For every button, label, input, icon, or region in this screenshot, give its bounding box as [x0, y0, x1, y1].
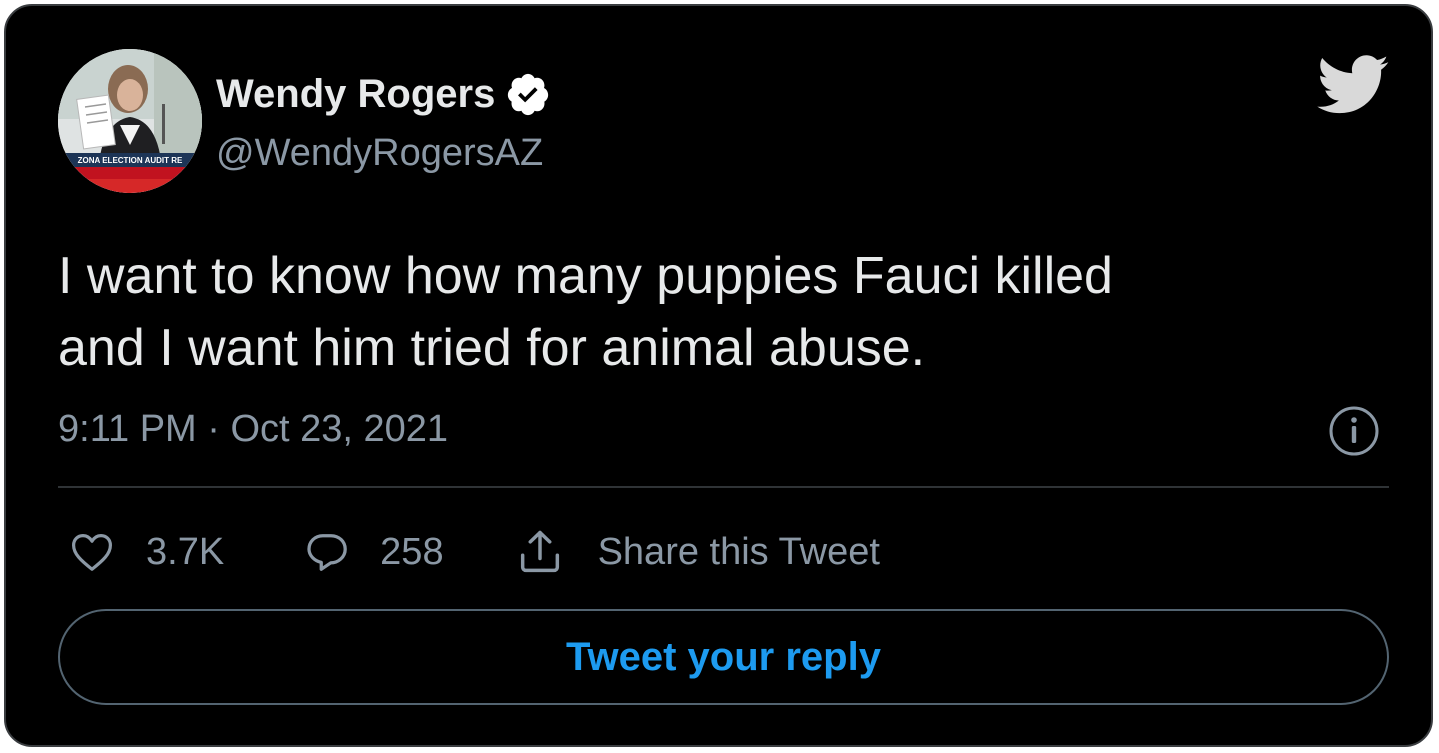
divider — [58, 486, 1389, 488]
share-upload-icon — [514, 526, 566, 578]
share-label: Share this Tweet — [597, 530, 880, 573]
tweet-text-line: and I want him tried for animal abuse. — [58, 319, 926, 377]
speech-bubble-icon — [304, 529, 350, 575]
twitter-bird-icon[interactable] — [1317, 55, 1390, 115]
reply-count: 258 — [380, 530, 444, 573]
verified-badge-icon — [505, 71, 551, 117]
author-handle[interactable]: @WendyRogersAZ — [216, 130, 543, 176]
reply-button-label: Tweet your reply — [566, 634, 881, 679]
author-name[interactable]: Wendy Rogers — [216, 70, 551, 118]
reply-button[interactable]: 258 — [304, 529, 444, 575]
display-name: Wendy Rogers — [216, 72, 496, 116]
like-button[interactable]: 3.7K — [68, 528, 224, 576]
tweet-timestamp[interactable]: 9:11 PM · Oct 23, 2021 — [58, 406, 448, 452]
avatar-banner-text: ZONA ELECTION AUDIT RE — [78, 156, 183, 165]
heart-icon — [68, 528, 116, 576]
tweet-your-reply-button[interactable]: Tweet your reply — [58, 609, 1389, 705]
tweet-card: ZONA ELECTION AUDIT RE Wendy Rogers @Wen… — [4, 4, 1433, 747]
share-button[interactable]: Share this Tweet — [514, 526, 880, 578]
like-count: 3.7K — [146, 530, 225, 573]
tweet-text-line: I want to know how many puppies Fauci ki… — [58, 247, 1113, 305]
action-bar: 3.7K 258 Share this Tweet — [68, 522, 880, 582]
tweet-text: I want to know how many puppies Fauci ki… — [58, 240, 1358, 384]
avatar-photo: ZONA ELECTION AUDIT RE — [58, 49, 202, 193]
info-icon[interactable] — [1328, 405, 1380, 457]
avatar[interactable]: ZONA ELECTION AUDIT RE — [58, 49, 202, 193]
